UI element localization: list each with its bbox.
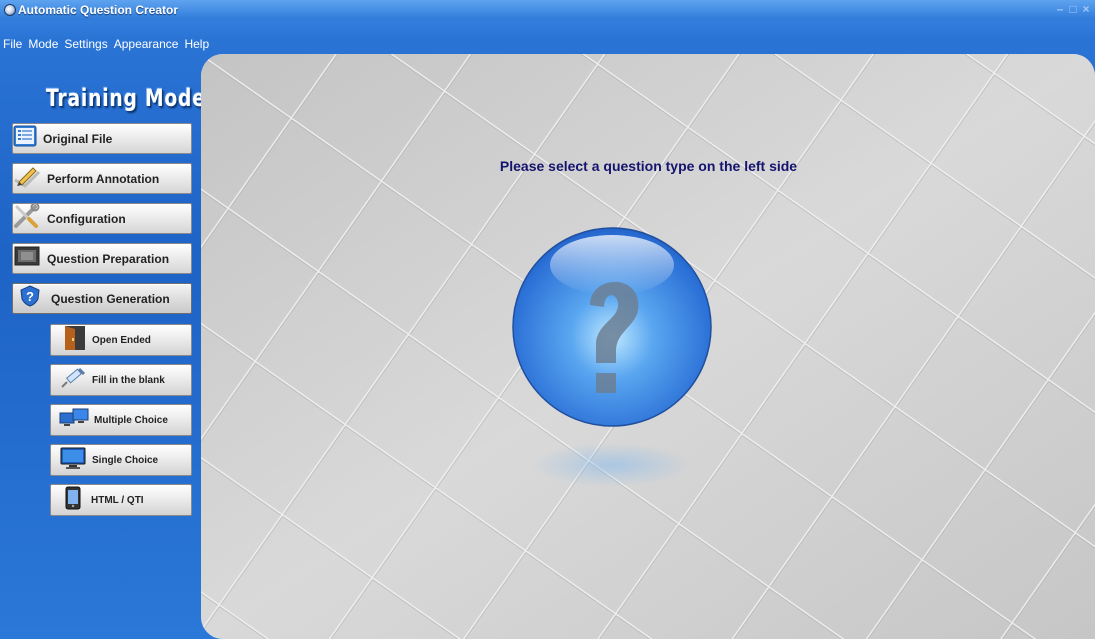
app-window: Automatic Question Creator – □ × File Mo… (0, 0, 1095, 639)
sidebar-item-question-generation[interactable]: ? Question Generation (12, 283, 192, 314)
menu-bar: File Mode Settings Appearance Help (0, 36, 210, 52)
question-mark-ball-icon (512, 227, 712, 487)
document-list-icon (13, 125, 37, 152)
sidebar-subitem-label: Multiple Choice (94, 414, 168, 426)
monitor-icon (59, 446, 87, 475)
sidebar-item-label: Question Generation (51, 291, 170, 306)
menu-settings[interactable]: Settings (63, 36, 108, 52)
sidebar-subitem-multiple-choice[interactable]: Multiple Choice (50, 404, 192, 436)
wrench-screwdriver-icon (13, 202, 41, 234)
minimize-button[interactable]: – (1055, 2, 1065, 16)
sidebar-subitem-html-qti[interactable]: HTML / QTI (50, 484, 192, 516)
sidebar-item-label: Configuration (47, 211, 126, 226)
menu-mode[interactable]: Mode (27, 36, 59, 52)
window-title: Automatic Question Creator (18, 3, 179, 17)
monitors-icon (59, 407, 89, 434)
close-button[interactable]: × (1081, 2, 1091, 16)
sidebar-item-configuration[interactable]: Configuration (12, 202, 192, 234)
sidebar-item-original-file[interactable]: Original File (12, 123, 192, 154)
sidebar-subitem-label: Fill in the blank (92, 374, 165, 386)
device-icon (63, 486, 83, 515)
sidebar-subitem-open-ended[interactable]: Open Ended (50, 324, 192, 356)
sidebar-item-label: Question Preparation (47, 251, 170, 266)
sidebar-subitem-label: Single Choice (92, 454, 159, 466)
mode-title: Training Mode (46, 84, 206, 112)
sidebar-subitem-single-choice[interactable]: Single Choice (50, 444, 192, 476)
sidebar-subitem-label: HTML / QTI (91, 494, 144, 506)
window-controls: – □ × (1055, 2, 1091, 16)
sidebar-subitem-fill-in-the-blank[interactable]: Fill in the blank (50, 364, 192, 396)
svg-text:?: ? (26, 289, 34, 304)
film-book-icon (13, 245, 41, 272)
menu-help[interactable]: Help (183, 36, 210, 52)
prompt-text: Please select a question type on the lef… (499, 158, 798, 174)
menu-file[interactable]: File (2, 36, 23, 52)
syringe-icon (59, 366, 87, 395)
sidebar-item-question-preparation[interactable]: Question Preparation (12, 243, 192, 274)
sidebar-subitem-label: Open Ended (92, 334, 151, 346)
menu-appearance[interactable]: Appearance (113, 36, 180, 52)
app-icon[interactable] (4, 4, 16, 16)
main-panel: Please select a question type on the lef… (201, 54, 1095, 639)
title-bar[interactable]: Automatic Question Creator – □ × (0, 0, 1095, 20)
shield-question-icon: ? (19, 285, 41, 312)
maximize-button[interactable]: □ (1068, 2, 1078, 16)
pencil-check-icon (13, 164, 41, 193)
sidebar-item-perform-annotation[interactable]: Perform Annotation (12, 163, 192, 194)
sidebar-item-label: Original File (43, 131, 113, 146)
sidebar-item-label: Perform Annotation (47, 171, 160, 186)
door-icon (59, 325, 87, 356)
